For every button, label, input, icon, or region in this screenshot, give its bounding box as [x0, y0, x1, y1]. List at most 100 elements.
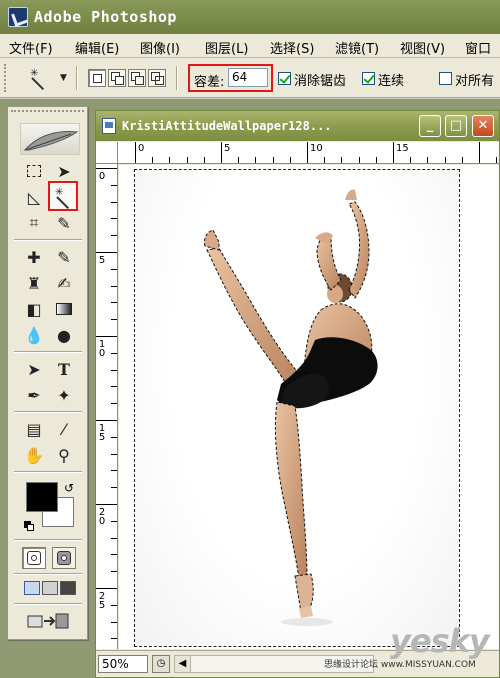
menu-select[interactable]: 选择(S) [270, 38, 314, 57]
magic-wand-tool-icon[interactable]: ✳ [48, 181, 78, 211]
photoshop-feather-icon[interactable] [20, 123, 80, 155]
ruler-tick [479, 142, 480, 163]
quick-mask-mode-button[interactable] [52, 547, 76, 569]
brush-tool-icon[interactable]: ✎ [52, 245, 76, 269]
foreground-color-swatch[interactable] [26, 482, 58, 512]
anti-alias-checkbox[interactable] [278, 72, 291, 85]
custom-shape-icon[interactable]: ✦ [52, 383, 76, 407]
clone-stamp-icon[interactable]: ♜ [22, 271, 46, 295]
ruler-tick [111, 184, 117, 186]
ruler-tick [186, 157, 188, 163]
document-icon [102, 118, 116, 134]
full-screen-mode-button[interactable] [60, 581, 76, 595]
hand-tool-icon[interactable]: ✋ [22, 443, 46, 467]
dancer-photo[interactable] [134, 169, 460, 647]
contiguous-checkbox[interactable] [362, 72, 375, 85]
zoom-level-field[interactable]: 50% [98, 655, 148, 673]
ruler-tick [111, 235, 117, 237]
ruler-tick [427, 157, 429, 163]
ruler-tick [324, 157, 326, 163]
menu-window[interactable]: 窗口 [465, 38, 491, 57]
ruler-tick [221, 142, 222, 163]
menu-filter[interactable]: 滤镜(T) [335, 38, 379, 57]
document-title-bar[interactable]: KristiAttitudeWallpaper128... _ □ ✕ [96, 111, 499, 141]
menu-image[interactable]: 图像(I) [140, 38, 180, 57]
subtract-from-selection-button[interactable] [128, 69, 146, 87]
ruler-tick [393, 142, 394, 163]
ruler-h-label: 0 [138, 143, 145, 154]
healing-brush-icon[interactable]: ✚ [22, 245, 46, 269]
crop-tool-icon[interactable]: ⌗ [22, 211, 46, 235]
add-to-selection-button[interactable] [108, 69, 126, 87]
toolbox-separator [14, 471, 82, 473]
standard-mode-button[interactable] [22, 547, 46, 569]
jump-to-imageready-icon[interactable] [26, 611, 72, 631]
ruler-tick [111, 638, 117, 640]
eraser-tool-icon[interactable]: ◧ [22, 297, 46, 321]
ruler-v-label: 5 [98, 255, 106, 266]
zoom-tool-icon[interactable]: ⚲ [52, 443, 76, 467]
intersect-selection-button[interactable] [148, 69, 166, 87]
horizontal-ruler[interactable]: 0 5 10 15 [118, 142, 499, 164]
menu-bar: 文件(F) 编辑(E) 图像(I) 图层(L) 选择(S) 滤镜(T) 视图(V… [0, 34, 500, 58]
blur-tool-icon[interactable]: 💧 [22, 323, 46, 347]
ruler-tick [111, 285, 117, 287]
eyedropper-icon[interactable]: ⁄ [52, 417, 76, 441]
menu-view[interactable]: 视图(V) [400, 38, 445, 57]
photoshop-logo-icon [8, 7, 28, 27]
toolbox-grip[interactable] [11, 110, 84, 117]
app-title: Adobe Photoshop [34, 8, 177, 26]
vertical-ruler[interactable]: 0 5 1 0 1 5 2 0 2 5 [96, 164, 118, 649]
ruler-tick [96, 336, 117, 337]
ruler-tick [111, 537, 117, 539]
scroll-left-arrow-icon[interactable]: ◀ [175, 656, 191, 672]
new-selection-button[interactable] [88, 69, 106, 87]
menu-layer[interactable]: 图层(L) [205, 38, 248, 57]
ruler-tick [111, 487, 117, 489]
app-title-bar: Adobe Photoshop [0, 0, 500, 34]
ruler-tick [238, 157, 240, 163]
lasso-tool-icon[interactable]: ◺ [22, 185, 46, 209]
marquee-tool-icon[interactable] [22, 159, 46, 183]
ruler-v-label: 2 5 [98, 591, 106, 611]
minimize-button[interactable]: _ [419, 115, 441, 137]
canvas-area[interactable] [119, 165, 499, 649]
toolbox-separator [14, 539, 82, 541]
ruler-tick [203, 157, 205, 163]
move-tool-icon[interactable]: ➤ [52, 159, 76, 183]
ruler-h-label: 10 [310, 143, 323, 154]
all-layers-label: 对所有 [455, 74, 495, 89]
tool-preset-caret-icon[interactable]: ▼ [60, 73, 67, 83]
gradient-tool-icon[interactable] [52, 297, 76, 321]
full-screen-menu-mode-button[interactable] [42, 581, 58, 595]
maximize-button[interactable]: □ [445, 115, 467, 137]
menu-file[interactable]: 文件(F) [9, 38, 53, 57]
ruler-origin[interactable] [96, 142, 118, 164]
ruler-tick [358, 157, 360, 163]
ruler-v-label: 1 0 [98, 339, 106, 359]
type-tool-icon[interactable]: T [52, 357, 76, 381]
status-info-button[interactable]: ◷ [152, 655, 170, 673]
standard-screen-mode-button[interactable] [24, 581, 40, 595]
dodge-tool-icon[interactable]: ● [52, 323, 76, 347]
menu-edit[interactable]: 编辑(E) [75, 38, 119, 57]
close-button[interactable]: ✕ [472, 115, 494, 137]
default-colors-icon[interactable] [24, 521, 34, 531]
tolerance-input[interactable]: 64 [228, 68, 268, 87]
options-grip[interactable] [4, 64, 10, 92]
toolbox-separator [14, 411, 82, 413]
history-brush-icon[interactable]: ✍ [52, 271, 76, 295]
swap-colors-icon[interactable]: ↺ [64, 481, 74, 495]
all-layers-checkbox[interactable] [439, 72, 452, 85]
ruler-tick [96, 420, 117, 421]
magic-wand-icon[interactable]: ✳ [30, 69, 48, 91]
ruler-tick [307, 142, 308, 163]
path-selection-icon[interactable]: ➤ [22, 357, 46, 381]
pen-tool-icon[interactable]: ✒ [22, 383, 46, 407]
toolbox-separator [14, 603, 82, 605]
ruler-tick [135, 142, 136, 163]
ruler-tick [111, 352, 117, 354]
slice-tool-icon[interactable]: ✎ [52, 211, 76, 235]
notes-tool-icon[interactable]: ▤ [22, 417, 46, 441]
ruler-tick [96, 588, 117, 589]
